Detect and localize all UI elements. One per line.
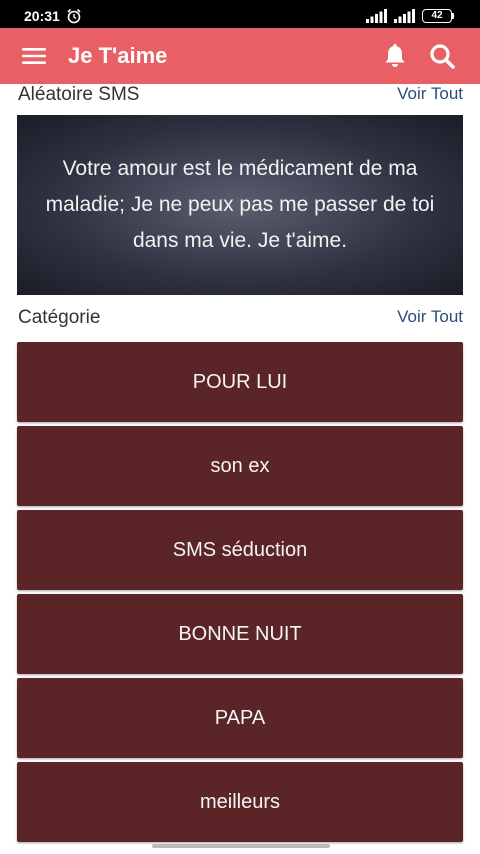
- battery-tip: [452, 13, 454, 19]
- category-list: POUR LUI son ex SMS séduction BONNE NUIT…: [17, 342, 463, 846]
- battery-level: 42: [431, 10, 443, 21]
- random-sms-message: Votre amour est le médicament de ma mala…: [45, 157, 435, 252]
- signal-icon: [394, 9, 415, 23]
- bell-icon[interactable]: [381, 42, 409, 70]
- category-item-label: son ex: [210, 454, 270, 477]
- category-item-sms-seduction[interactable]: SMS séduction: [17, 510, 463, 590]
- status-bar: 20:31 42: [0, 0, 480, 28]
- random-sms-title: Aléatoire SMS: [18, 84, 140, 105]
- menu-icon[interactable]: [22, 46, 46, 66]
- status-time: 20:31: [24, 8, 60, 24]
- app-title: Je T'aime: [68, 43, 168, 68]
- category-item-label: POUR LUI: [192, 370, 288, 393]
- random-sms-see-all-link[interactable]: Voir Tout: [397, 84, 463, 104]
- alarm-icon: [67, 8, 81, 24]
- category-title: Catégorie: [18, 307, 101, 328]
- app-bar: Je T'aime: [0, 28, 480, 84]
- category-item-son-ex[interactable]: son ex: [17, 426, 463, 506]
- category-item-label: meilleurs: [199, 790, 281, 813]
- category-item-bonne-nuit[interactable]: BONNE NUIT: [17, 594, 463, 674]
- category-item-pour-lui[interactable]: POUR LUI: [17, 342, 463, 422]
- category-item-label: SMS séduction: [172, 538, 308, 561]
- home-indicator[interactable]: [152, 844, 330, 848]
- category-item-meilleurs[interactable]: meilleurs: [17, 762, 463, 842]
- battery-icon: 42: [422, 9, 452, 23]
- random-sms-card[interactable]: Votre amour est le médicament de ma mala…: [17, 115, 463, 295]
- category-item-papa[interactable]: PAPA: [17, 678, 463, 758]
- category-item-label: BONNE NUIT: [178, 622, 302, 645]
- signal-icon: [366, 9, 387, 23]
- category-item-label: PAPA: [214, 706, 266, 729]
- category-see-all-link[interactable]: Voir Tout: [397, 307, 463, 327]
- search-icon[interactable]: [428, 42, 456, 70]
